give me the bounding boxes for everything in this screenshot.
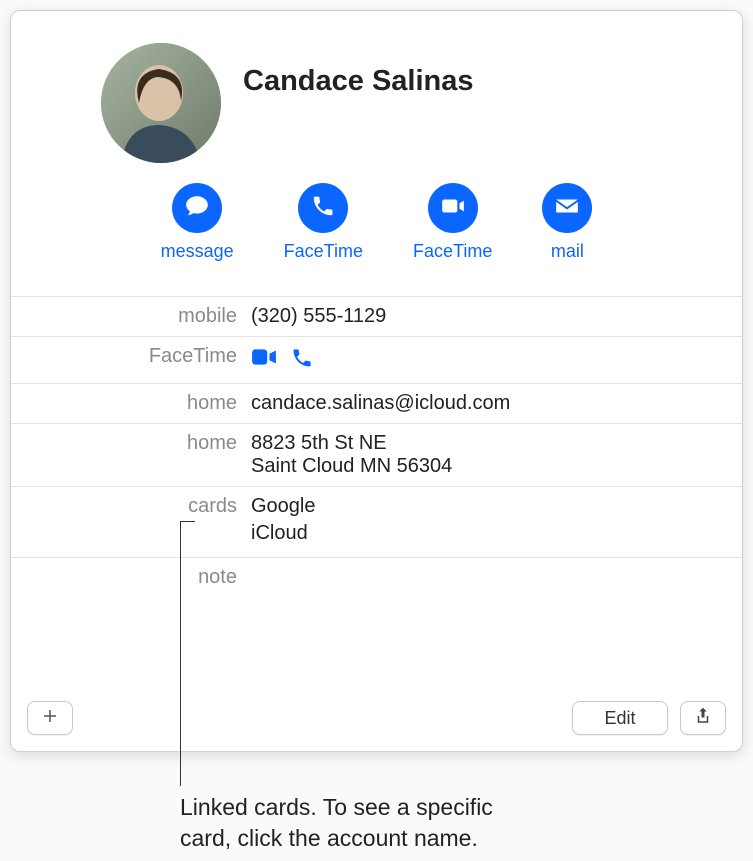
message-button[interactable]: message	[161, 183, 234, 262]
message-icon	[184, 193, 210, 224]
mobile-row[interactable]: mobile (320) 555-1129	[11, 297, 742, 336]
plus-icon	[41, 705, 59, 731]
video-icon	[440, 193, 466, 224]
caption-text: Linked cards. To see a specific card, cl…	[180, 792, 620, 854]
mobile-value: (320) 555-1129	[251, 305, 722, 328]
facetime-row[interactable]: FaceTime	[11, 337, 742, 383]
facetime-video-label: FaceTime	[413, 241, 492, 262]
facetime-video-button[interactable]: FaceTime	[413, 183, 492, 262]
cards-row: cards Google iCloud	[11, 487, 742, 557]
address-label: home	[11, 432, 251, 455]
fields-section: mobile (320) 555-1129 FaceTime home cand…	[11, 296, 742, 558]
facetime-audio-label: FaceTime	[284, 241, 363, 262]
phone-icon[interactable]	[291, 347, 313, 375]
share-icon	[694, 706, 712, 731]
email-label: home	[11, 392, 251, 415]
note-label: note	[11, 566, 251, 589]
card-link-google[interactable]: Google	[251, 495, 722, 518]
edit-button[interactable]: Edit	[572, 701, 668, 735]
caption-line1: Linked cards. To see a specific	[180, 794, 493, 820]
address-line1: 8823 5th St NE	[251, 432, 722, 455]
mail-label: mail	[551, 241, 584, 262]
mail-button[interactable]: mail	[542, 183, 592, 262]
contact-header: Candace Salinas	[11, 11, 742, 175]
caption-line2: card, click the account name.	[180, 825, 478, 851]
callout-tick	[180, 521, 195, 522]
mail-icon	[554, 193, 580, 224]
edit-label: Edit	[604, 708, 635, 729]
action-row: message FaceTime FaceTime	[11, 175, 742, 288]
add-button[interactable]	[27, 701, 73, 735]
address-row[interactable]: home 8823 5th St NE Saint Cloud MN 56304	[11, 424, 742, 486]
message-label: message	[161, 241, 234, 262]
contact-card-window: Candace Salinas message FaceTime	[10, 10, 743, 752]
note-row[interactable]: note	[11, 558, 742, 597]
address-line2: Saint Cloud MN 56304	[251, 455, 722, 478]
cards-label: cards	[11, 495, 251, 518]
email-value: candace.salinas@icloud.com	[251, 392, 722, 415]
card-link-icloud[interactable]: iCloud	[251, 522, 722, 545]
email-row[interactable]: home candace.salinas@icloud.com	[11, 384, 742, 423]
facetime-audio-button[interactable]: FaceTime	[284, 183, 363, 262]
phone-icon	[311, 194, 335, 223]
avatar[interactable]	[101, 43, 221, 163]
facetime-label: FaceTime	[11, 345, 251, 368]
callout-line	[180, 521, 181, 786]
contact-name: Candace Salinas	[243, 65, 474, 98]
bottom-bar: Edit	[11, 695, 742, 751]
share-button[interactable]	[680, 701, 726, 735]
mobile-label: mobile	[11, 305, 251, 328]
video-icon[interactable]	[251, 347, 277, 375]
